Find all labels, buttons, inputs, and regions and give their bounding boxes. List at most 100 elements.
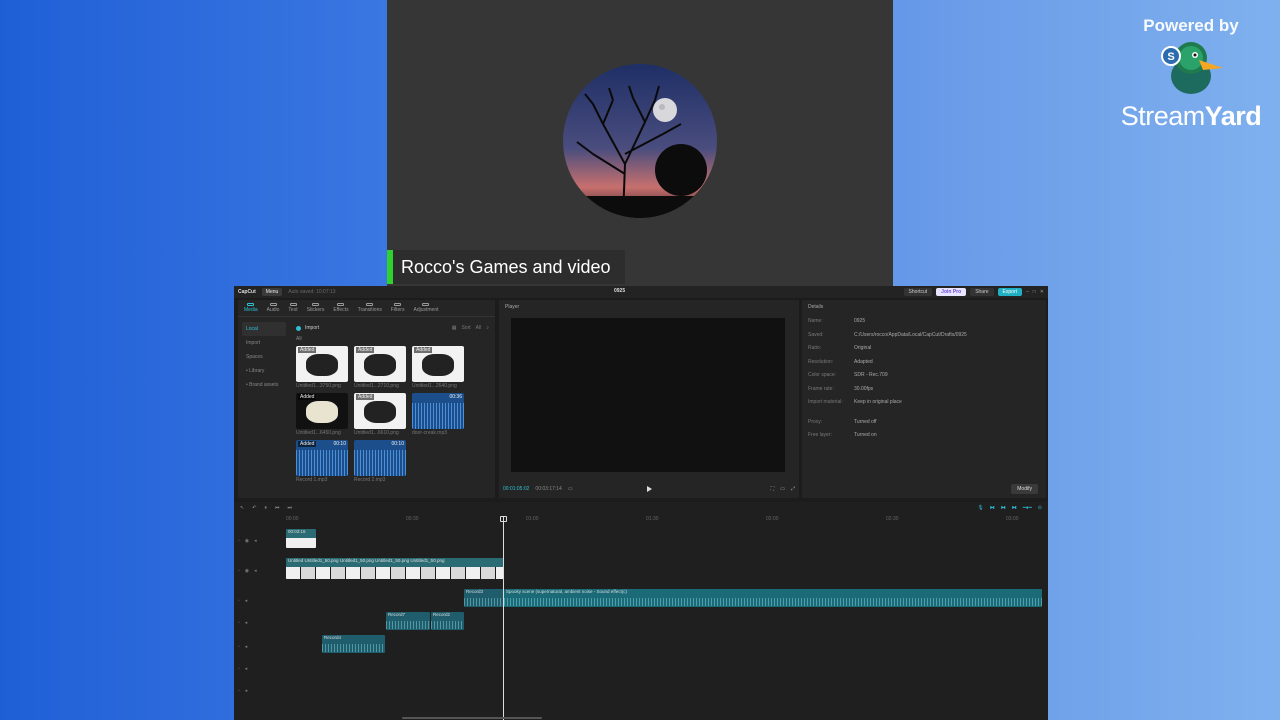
split-left-icon[interactable]: ⏮ xyxy=(275,505,280,511)
lock-icon[interactable]: ▫ xyxy=(238,666,240,672)
details-key: Color space: xyxy=(808,372,837,378)
audio-clip[interactable]: Record2 xyxy=(431,612,464,630)
media-item[interactable]: Added Untitled1...3750.png xyxy=(296,346,348,389)
tool-audio[interactable]: Audio xyxy=(267,303,279,313)
timecode-toggle-icon[interactable]: ▭ xyxy=(568,486,573,492)
maximize-icon[interactable]: □ xyxy=(1033,289,1036,295)
tool-adjustment[interactable]: Adjustment xyxy=(413,303,439,313)
playhead[interactable] xyxy=(503,516,504,720)
media-thumbnail: Added xyxy=(354,393,406,429)
split-right-icon[interactable]: ⏭ xyxy=(287,505,292,511)
lock-icon[interactable]: ▫ xyxy=(238,538,240,544)
duration-label: 00:10 xyxy=(333,441,346,447)
ratio-icon[interactable]: ▭ xyxy=(780,486,785,492)
close-icon[interactable]: ✕ xyxy=(1040,289,1044,295)
visibility-icon[interactable]: ◉ xyxy=(245,538,249,544)
snap-icon[interactable]: ⧓ xyxy=(1001,505,1006,511)
sidebar-item-import[interactable]: Import xyxy=(242,336,286,350)
mic-icon[interactable]: 🎙 xyxy=(977,505,983,511)
menu-button[interactable]: Menu xyxy=(261,288,283,296)
fullscreen-icon[interactable]: ⤢ xyxy=(791,486,795,492)
link-icon[interactable]: ⧓ xyxy=(990,505,995,511)
preview-axis-icon[interactable]: ⧓ xyxy=(1012,505,1017,511)
tool-media[interactable]: Media xyxy=(244,303,258,313)
lock-icon[interactable]: ▫ xyxy=(238,598,240,604)
minimize-icon[interactable]: – xyxy=(1026,289,1029,295)
video-clip[interactable]: 00:03:16 xyxy=(286,529,316,548)
media-icon xyxy=(247,303,255,306)
transitions-icon xyxy=(366,303,374,306)
tool-text[interactable]: Text xyxy=(288,303,298,313)
tool-filters[interactable]: Filters xyxy=(391,303,404,313)
mute-icon[interactable]: ◂ xyxy=(254,538,257,544)
play-icon[interactable] xyxy=(647,486,652,492)
media-item[interactable]: Added Untitled1...6610.png xyxy=(354,393,406,436)
mute-icon[interactable]: ◂ xyxy=(245,644,248,650)
modify-button[interactable]: Modify xyxy=(1011,484,1038,494)
track-header: ▫ ◂ xyxy=(238,666,247,672)
sticker-icon xyxy=(311,303,319,306)
lock-icon[interactable]: ▫ xyxy=(238,568,240,574)
shortcut-button[interactable]: Shortcut xyxy=(903,288,933,296)
media-item[interactable]: Added Untitled1...2640.png xyxy=(412,346,464,389)
mute-icon[interactable]: ◂ xyxy=(245,598,248,604)
zoom-fit-icon[interactable]: ⊙ xyxy=(1038,505,1042,511)
mute-icon[interactable]: ◂ xyxy=(245,620,248,626)
sidebar-item-library[interactable]: • Library xyxy=(242,364,286,378)
timeline-scrollbar[interactable] xyxy=(402,717,542,719)
select-tool-icon[interactable]: ↖ xyxy=(240,505,244,511)
view-toggle-icon[interactable]: ▦ xyxy=(452,325,457,331)
lock-icon[interactable]: ▫ xyxy=(238,620,240,626)
sort-button[interactable]: Sort xyxy=(461,325,470,331)
tool-stickers[interactable]: Stickers xyxy=(307,303,324,313)
tool-transitions[interactable]: Transitions xyxy=(358,303,382,313)
share-button[interactable]: Share xyxy=(970,288,994,296)
audio-clip-long[interactable]: Spooky scene (supernatural, ambient nois… xyxy=(504,589,1042,607)
mute-icon[interactable]: ◂ xyxy=(245,666,248,672)
export-button[interactable]: Export xyxy=(997,288,1022,296)
media-item[interactable]: 00:10 Record 2.mp3 xyxy=(354,440,406,483)
details-value: Turned on xyxy=(854,432,877,438)
audio-clip[interactable]: Record4 xyxy=(322,635,385,653)
lock-icon[interactable]: ▫ xyxy=(238,644,240,650)
lock-icon[interactable]: ▫ xyxy=(238,688,240,694)
mute-icon[interactable]: ◂ xyxy=(254,568,257,574)
visibility-icon[interactable]: ◉ xyxy=(245,568,249,574)
details-key: Name: xyxy=(808,318,823,324)
sidebar-item-spaces[interactable]: Spaces xyxy=(242,350,286,364)
media-item[interactable]: Added Untitled1...6450.png xyxy=(296,393,348,436)
track-header: ▫ ◉ ◂ xyxy=(238,568,257,574)
media-item-name: Untitled1...2710.png xyxy=(354,383,399,389)
details-key: Proxy: xyxy=(808,418,823,425)
player-controls: 00:01:05:02 00:03:17:14 ▭ ⛶ ▭ ⤢ xyxy=(503,486,795,492)
search-icon[interactable]: ⌕ xyxy=(486,325,489,331)
media-item[interactable]: 00:36 door-creak.mp3 xyxy=(412,393,464,436)
import-button[interactable]: Import xyxy=(305,325,319,331)
audio-clip[interactable]: Record7 xyxy=(386,612,430,630)
details-value: 0925 xyxy=(854,318,866,324)
filter-all-button[interactable]: All xyxy=(476,325,482,331)
title-bar: CapCut Menu Auto saved: 10:07:13 0925 Sh… xyxy=(234,286,1048,298)
track-header: ▫ ◉ ◂ xyxy=(238,538,257,544)
media-thumbnail: Added xyxy=(412,346,464,382)
crop-icon[interactable]: ⛶ xyxy=(771,486,775,492)
ruler-tick: 01:30 xyxy=(646,516,659,522)
details-value: SDR - Rec.709 xyxy=(854,372,888,378)
timeline-toolbar: ↖ ↶ ⏸ ⏮ ⏭ 🎙 ⧓ ⧓ ⧓ ━●━ ⊙ xyxy=(234,502,1048,514)
added-badge: Added xyxy=(356,347,375,353)
undo-icon[interactable]: ↶ xyxy=(252,505,256,511)
tool-effects[interactable]: Effects xyxy=(333,303,349,313)
sidebar-item-local[interactable]: Local xyxy=(242,322,286,336)
autosave-status: Auto saved: 10:07:13 xyxy=(288,289,336,295)
media-item[interactable]: Added Untitled1...2710.png xyxy=(354,346,406,389)
media-item[interactable]: Added 00:10 Record 1.mp3 xyxy=(296,440,348,483)
mute-icon[interactable]: ◂ xyxy=(245,688,248,694)
split-icon[interactable]: ⏸ xyxy=(264,505,267,511)
sidebar-item-brand-assets[interactable]: • Brand assets xyxy=(242,378,286,392)
project-title: 0925 xyxy=(614,288,626,294)
join-pro-button[interactable]: Join Pro xyxy=(936,288,967,296)
zoom-slider[interactable]: ━●━ xyxy=(1023,505,1032,511)
audio-clip[interactable]: Record3 xyxy=(464,589,504,607)
details-value: Turned off xyxy=(854,418,877,425)
video-clip-strip[interactable]: Untitled Untitled1_50.png Untitled1_50.p… xyxy=(286,558,504,579)
